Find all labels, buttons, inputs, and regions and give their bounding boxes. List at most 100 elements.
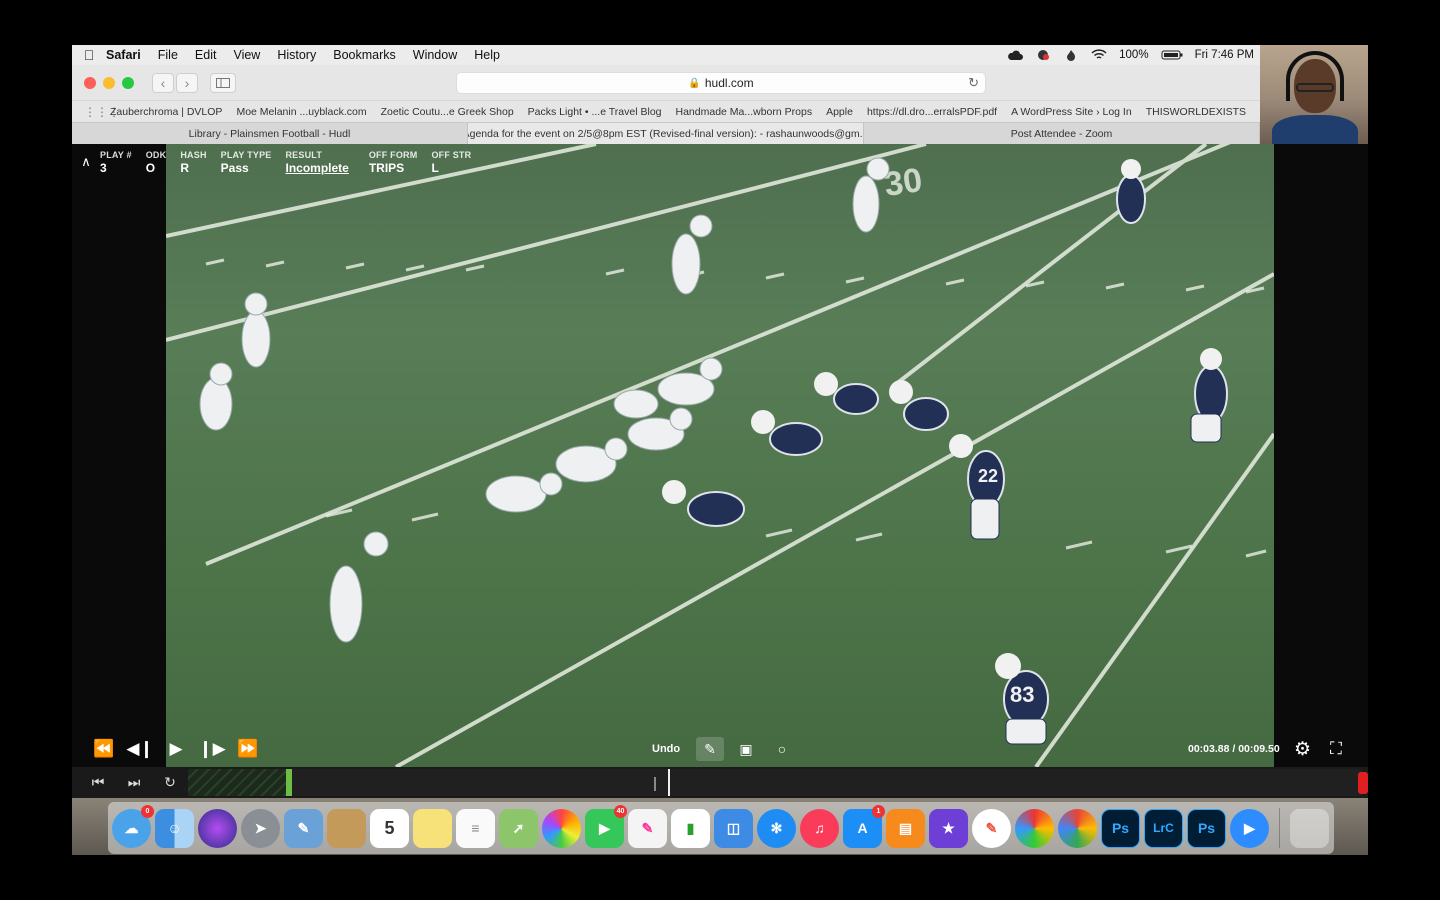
facetime-icon[interactable]: ▶ 40 [585,804,627,848]
imovie-icon[interactable]: ★ [929,808,968,848]
gear-icon[interactable]: ⚙ [1294,738,1311,761]
menu-file[interactable]: File [158,48,178,62]
previous-clip-icon[interactable]: ⏮ [80,774,116,791]
finder-icon[interactable]: ☺ [155,808,194,848]
bookmark-item[interactable]: Zoetic Coutu...e Greek Shop [381,106,514,118]
numbers-icon[interactable]: ▮ [671,808,710,848]
playhead[interactable] [668,769,670,796]
circle-tool-icon[interactable]: ○ [768,737,796,761]
minimize-window-button[interactable] [103,76,115,89]
grid-icon[interactable]: ⋮⋮⋮ [84,105,120,119]
calendar-icon[interactable]: 5 [370,808,409,848]
bookmark-item[interactable]: Handmade Ma...wborn Props [676,106,813,118]
loop-icon[interactable]: ↻ [152,774,188,791]
zoom-icon[interactable]: ▶ [1230,808,1269,848]
photos-icon[interactable] [542,808,581,848]
creative-cloud-icon[interactable] [1035,49,1051,61]
reload-icon[interactable]: ↻ [968,75,979,91]
menu-bookmarks[interactable]: Bookmarks [333,48,396,62]
offense-players [199,157,890,643]
tab-agenda[interactable]: Agenda for the event on 2/5@8pm EST (Rev… [468,123,864,144]
column-value[interactable]: Pass [221,161,272,175]
battery-icon[interactable] [1161,49,1183,61]
collapse-chevron-icon[interactable]: ∧ [72,150,100,170]
chrome-icon[interactable] [1058,808,1097,848]
column-value[interactable]: O [146,161,167,175]
column-label: PLAY TYPE [220,150,272,160]
column-value[interactable]: 3 [100,161,132,175]
keynote-icon[interactable]: ◫ [714,808,753,848]
next-clip-icon[interactable]: ⏭ [116,774,152,791]
step-back-icon[interactable]: ◀❙ [122,739,158,759]
zoom-window-button[interactable] [122,76,134,89]
menu-window[interactable]: Window [413,48,457,62]
safari-icon[interactable]: ✻ [757,808,796,848]
pen-icon[interactable]: ✎ [696,737,724,761]
column-value[interactable]: Incomplete [285,161,348,175]
column-label: RESULT [285,150,323,160]
menu-edit[interactable]: Edit [195,48,217,62]
column-value[interactable]: R [180,161,206,175]
apple-menu-icon[interactable]:  [72,47,106,63]
column-value[interactable]: L [431,161,471,175]
undo-button[interactable]: Undo [652,743,680,755]
sidebar-toggle-button[interactable] [210,72,236,93]
reminders-icon[interactable]: ≡ [456,808,495,848]
photoshop-2-icon[interactable]: Ps [1187,808,1226,848]
clock[interactable]: Fri 7:46 PM [1195,49,1254,61]
play-type-column: PLAY TYPE Pass [221,150,272,175]
tab-zoom[interactable]: Post Attendee - Zoom [864,123,1260,144]
bookmark-item[interactable]: A WordPress Site › Log In [1011,106,1132,118]
trash-icon[interactable] [1290,808,1329,848]
battery-percent: 100% [1119,49,1149,61]
books-icon[interactable]: ▤ [886,808,925,848]
siri-icon[interactable] [198,808,237,848]
webcam-video[interactable] [1260,45,1368,145]
tab-hudl-library[interactable]: Library - Plainsmen Football - Hudl [72,123,468,144]
launchpad-icon[interactable]: ➤ [241,808,280,848]
freeform-icon[interactable]: ✎ [628,808,667,848]
cloud-icon[interactable] [1007,49,1024,61]
menu-help[interactable]: Help [474,48,500,62]
bookmark-item[interactable]: Packs Light • ...e Travel Blog [528,106,662,118]
maps-icon[interactable]: ➚ [499,808,538,848]
bookmark-item[interactable]: Moe Melanin ...uyblack.com [236,106,366,118]
status-area: 100% Fri 7:46 PM [1007,49,1260,61]
preview-icon[interactable]: ✎ [284,808,323,848]
forward-button[interactable]: › [176,72,198,93]
game-video[interactable]: 30 83 22 [166,144,1274,767]
menu-history[interactable]: History [277,48,316,62]
defense-players [662,159,1228,745]
back-button[interactable]: ‹ [152,72,174,93]
flame-icon[interactable] [1063,49,1079,61]
bookmark-item[interactable]: Zauberchroma | DVLOP [110,106,222,118]
contacts-icon[interactable] [327,808,366,848]
pages-icon[interactable]: ✎ [972,808,1011,848]
menu-view[interactable]: View [233,48,260,62]
bookmark-item[interactable]: https://dl.dro...erralsPDF.pdf [867,106,997,118]
lightroom-classic-icon[interactable]: LrC [1144,808,1183,848]
timeline-track[interactable] [188,769,1368,796]
bookmark-item[interactable]: THISWORLDEXISTS [1146,106,1246,118]
bookmark-item[interactable]: Apple [826,106,853,118]
bookmarks-bar: ⋮⋮⋮ Zauberchroma | DVLOP Moe Melanin ...… [72,100,1260,122]
messages-bubble-icon[interactable]: ☁ 0 [112,804,154,848]
menu-safari[interactable]: Safari [106,48,141,62]
clip-thumbnail[interactable] [188,769,292,796]
address-bar[interactable]: 🔒 hudl.com ↻ [456,72,986,94]
wifi-icon[interactable] [1091,49,1107,61]
fullscreen-icon[interactable]: ⛶ [1330,739,1342,759]
app-store-icon[interactable]: A1 [843,804,885,848]
close-window-button[interactable] [84,76,96,89]
notes-icon[interactable] [413,808,452,848]
fast-forward-icon[interactable]: ⏩ [230,739,266,759]
rewind-icon[interactable]: ⏪ [86,739,122,759]
play-icon[interactable]: ▶ [158,739,194,759]
comment-icon[interactable]: ▣ [732,737,760,761]
davinci-icon[interactable] [1015,808,1054,848]
glasses [1296,83,1334,92]
column-value[interactable]: TRIPS [369,161,418,175]
music-icon[interactable]: ♫ [800,808,839,848]
photoshop-icon[interactable]: Ps [1101,808,1140,848]
step-forward-icon[interactable]: ❙▶ [194,739,230,759]
